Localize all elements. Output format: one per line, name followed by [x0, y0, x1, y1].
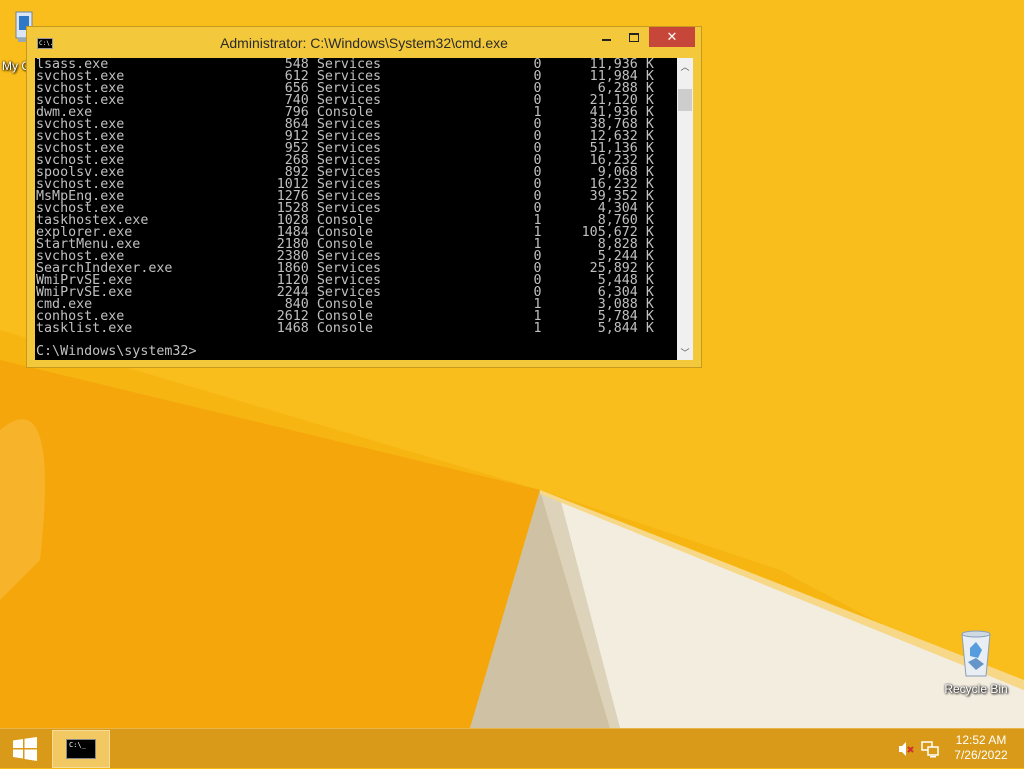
close-icon: ✕ [666, 29, 678, 44]
recycle-bin-icon [961, 630, 991, 677]
system-clock[interactable]: 12:52 AM 7/26/2022 [948, 733, 1014, 763]
window-titlebar[interactable]: C:\. Administrator: C:\Windows\System32\… [27, 27, 701, 58]
minimize-icon [601, 39, 611, 41]
scroll-up-button[interactable]: ︿ [677, 58, 693, 74]
speaker-muted-icon[interactable] [898, 741, 914, 757]
command-prompt[interactable]: C:\Windows\system32> [36, 345, 196, 358]
desktop-icon-label: Recycle Bin [944, 682, 1008, 696]
cmd-window[interactable]: C:\. Administrator: C:\Windows\System32\… [26, 26, 702, 368]
windows-logo-icon [13, 737, 37, 761]
vertical-scrollbar[interactable]: ︿ ﹀ [677, 58, 693, 360]
console-icon: C:\_ [66, 739, 96, 759]
maximize-button[interactable] [621, 27, 647, 47]
taskbar[interactable]: C:\_ 12:52 AM 7/26/2022 [0, 728, 1024, 768]
tasklist-output: lsass.exe 548 Services 0 11,936 K svchos… [36, 58, 654, 336]
network-icon[interactable] [921, 740, 939, 758]
taskbar-item-cmd[interactable]: C:\_ [52, 730, 110, 768]
clock-time: 12:52 AM [955, 733, 1007, 747]
console-client-area[interactable]: lsass.exe 548 Services 0 11,936 K svchos… [35, 58, 693, 360]
chevron-down-icon: ﹀ [680, 347, 690, 358]
desktop-icon-recycle-bin[interactable]: Recycle Bin [938, 628, 1014, 696]
start-button[interactable] [0, 729, 50, 769]
chevron-up-icon: ︿ [680, 61, 690, 72]
maximize-icon [629, 32, 639, 42]
close-button[interactable]: ✕ [649, 27, 695, 47]
clock-date: 7/26/2022 [954, 748, 1008, 762]
desktop[interactable]: My C Recycle Bin C:\. Administrator: C:\… [0, 0, 1024, 728]
console-output[interactable]: lsass.exe 548 Services 0 11,936 K svchos… [35, 58, 677, 360]
minimize-button[interactable] [593, 27, 619, 47]
scrollbar-thumb[interactable] [678, 89, 692, 111]
scroll-down-button[interactable]: ﹀ [677, 344, 693, 360]
